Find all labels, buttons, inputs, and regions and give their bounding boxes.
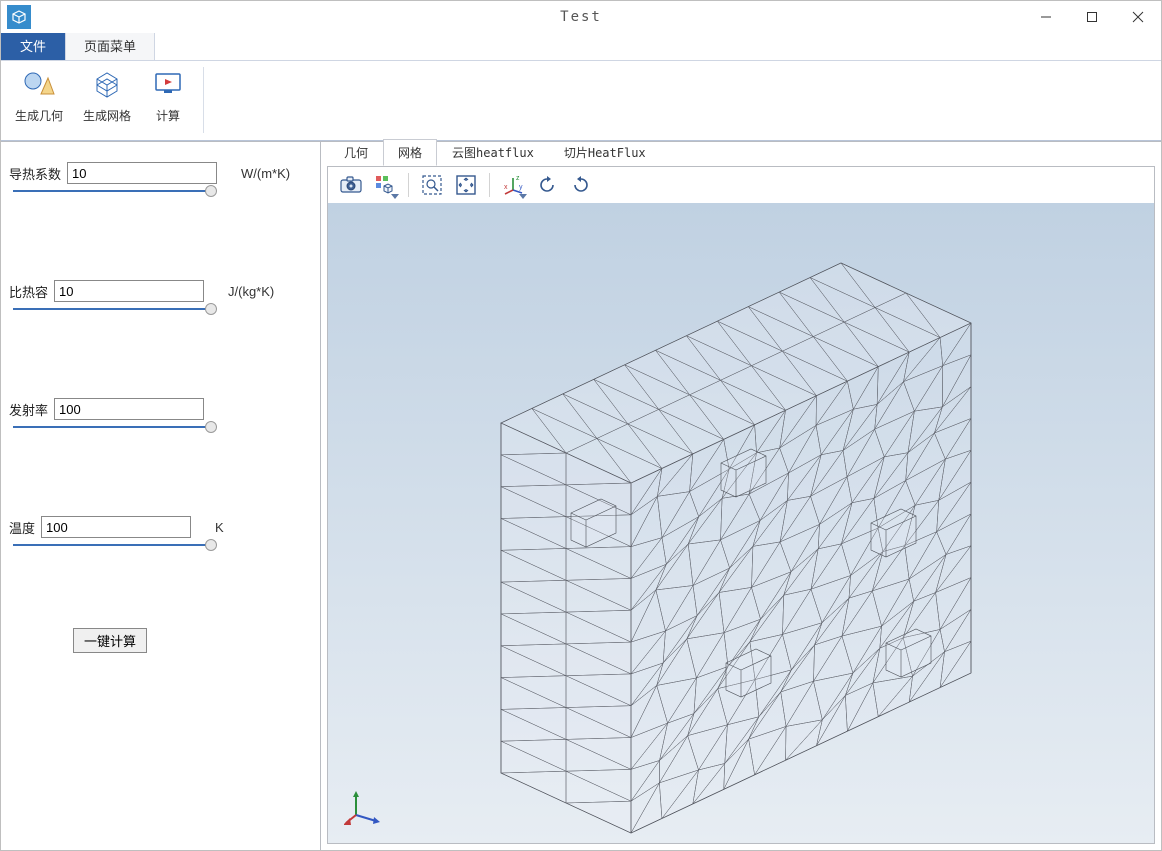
- viewport-area: 几何 网格 云图heatflux 切片HeatFlux: [321, 142, 1161, 850]
- axis-gizmo-icon: [344, 787, 384, 827]
- ribbon-divider: [203, 67, 204, 133]
- tab-file[interactable]: 文件: [1, 30, 65, 60]
- param-unit: W/(m*K): [241, 166, 290, 181]
- ribbon-gen-mesh[interactable]: 生成网格: [77, 67, 137, 124]
- app-window: Test 文件 页面菜单 生成几何: [0, 0, 1162, 851]
- main-area: 导热系数 W/(m*K) 比热容 J/(kg*K): [1, 141, 1161, 850]
- menu-tabs: 文件 页面菜单: [1, 33, 1161, 61]
- viewport-canvas[interactable]: [328, 203, 1154, 843]
- axes-default-icon[interactable]: z y x: [498, 170, 528, 200]
- emissivity-input[interactable]: [54, 398, 204, 420]
- view-tab-slice-heatflux[interactable]: 切片HeatFlux: [549, 139, 661, 166]
- thermal-conductivity-input[interactable]: [67, 162, 217, 184]
- compute-icon: [151, 67, 185, 101]
- ribbon-gen-geometry[interactable]: 生成几何: [9, 67, 69, 124]
- view-tab-cloud-heatflux[interactable]: 云图heatflux: [437, 139, 549, 166]
- close-button[interactable]: [1115, 1, 1161, 33]
- camera-icon[interactable]: [336, 170, 366, 200]
- ribbon-compute[interactable]: 计算: [145, 67, 191, 124]
- view-tab-geometry[interactable]: 几何: [329, 139, 383, 166]
- param-specific-heat: 比热容 J/(kg*K): [9, 280, 308, 310]
- geometry-icon: [22, 67, 56, 101]
- cube-toggle-icon[interactable]: [370, 170, 400, 200]
- specific-heat-slider[interactable]: [13, 308, 213, 310]
- viewport-frame: z y x: [327, 166, 1155, 844]
- temperature-input[interactable]: [41, 516, 191, 538]
- param-unit: J/(kg*K): [228, 284, 274, 299]
- ribbon: 生成几何 生成网格 计算: [1, 61, 1161, 141]
- app-icon: [7, 5, 31, 29]
- viewport-toolbar: z y x: [328, 167, 1154, 203]
- titlebar: Test: [1, 1, 1161, 33]
- tab-page-menu[interactable]: 页面菜单: [65, 30, 155, 60]
- zoom-extents-icon[interactable]: [451, 170, 481, 200]
- mesh-visualization: [328, 203, 1154, 843]
- ribbon-gen-mesh-label: 生成网格: [83, 107, 131, 124]
- svg-text:x: x: [504, 184, 508, 191]
- ribbon-compute-label: 计算: [156, 107, 180, 124]
- mesh-icon: [90, 67, 124, 101]
- param-label: 发射率: [9, 400, 48, 419]
- param-label: 温度: [9, 518, 35, 537]
- sidebar: 导热系数 W/(m*K) 比热容 J/(kg*K): [1, 142, 321, 850]
- view-tab-mesh[interactable]: 网格: [383, 139, 437, 166]
- specific-heat-input[interactable]: [54, 280, 204, 302]
- zoom-box-icon[interactable]: [417, 170, 447, 200]
- param-temperature: 温度 K: [9, 516, 308, 546]
- param-thermal-conductivity: 导热系数 W/(m*K): [9, 162, 308, 192]
- temperature-slider[interactable]: [13, 544, 213, 546]
- minimize-button[interactable]: [1023, 1, 1069, 33]
- ribbon-gen-geometry-label: 生成几何: [15, 107, 63, 124]
- view-tabs: 几何 网格 云图heatflux 切片HeatFlux: [321, 142, 1161, 166]
- rotate-ccw-icon[interactable]: [532, 170, 562, 200]
- param-emissivity: 发射率: [9, 398, 308, 428]
- emissivity-slider[interactable]: [13, 426, 213, 428]
- thermal-conductivity-slider[interactable]: [13, 190, 213, 192]
- maximize-button[interactable]: [1069, 1, 1115, 33]
- window-controls: [1023, 1, 1161, 33]
- param-label: 导热系数: [9, 164, 61, 183]
- param-label: 比热容: [9, 282, 48, 301]
- param-unit: K: [215, 520, 224, 535]
- svg-text:y: y: [519, 184, 523, 191]
- window-title: Test: [1, 9, 1161, 25]
- rotate-cw-icon[interactable]: [566, 170, 596, 200]
- one-click-compute-button[interactable]: 一键计算: [73, 628, 147, 653]
- svg-text:z: z: [516, 175, 520, 182]
